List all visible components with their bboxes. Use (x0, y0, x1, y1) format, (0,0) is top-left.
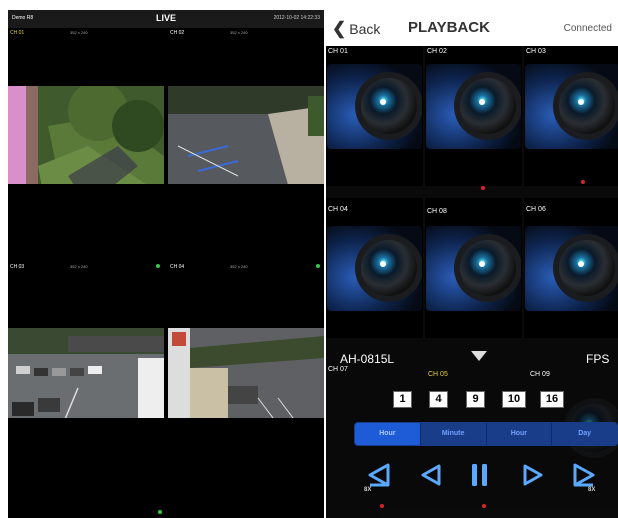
cell-label: CH 01 (10, 30, 25, 36)
cell-resolution: 352 x 240 (230, 264, 248, 269)
live-status-dot (316, 264, 320, 268)
pause-icon[interactable] (469, 462, 491, 488)
playback-channel-tile[interactable]: CH 02 (425, 46, 522, 186)
back-button[interactable]: ❮ Back (332, 19, 380, 39)
camera-placeholder-icon (426, 64, 521, 149)
split-16-button[interactable]: 16 (540, 391, 564, 408)
channel-label: CH 09 (530, 371, 550, 378)
segment-day[interactable]: Day (552, 423, 617, 445)
playback-channel-tile[interactable]: CH 04 (326, 198, 423, 338)
record-indicator (581, 180, 585, 184)
page-title: PLAYBACK (408, 19, 490, 36)
channel-label: CH 08 (427, 208, 447, 215)
live-cell-ch04[interactable]: CH 04 352 x 240 (168, 262, 324, 418)
channel-label: CH 06 (526, 206, 546, 213)
live-view-panel: Demo R8 LIVE 2012-10-02 14:22:33 CH 01 3… (8, 10, 324, 518)
camera-placeholder-icon (525, 226, 618, 311)
segment-minute[interactable]: Minute (421, 423, 487, 445)
playback-header: ❮ Back PLAYBACK Connected (326, 10, 618, 46)
cell-label: CH 03 (10, 264, 25, 270)
fast-forward-icon[interactable] (571, 462, 597, 488)
fps-label: FPS (586, 352, 610, 366)
connection-status: Connected (563, 23, 612, 34)
channel-label: CH 02 (427, 48, 447, 55)
cell-resolution: 352 x 240 (70, 264, 88, 269)
playback-channel-tile[interactable]: CH 08 (425, 198, 522, 338)
camera-placeholder-icon (327, 226, 422, 311)
record-indicator (481, 186, 485, 190)
camera-placeholder-icon (525, 64, 618, 149)
back-label: Back (349, 21, 381, 37)
playback-channel-tile[interactable]: CH 03 (524, 46, 618, 186)
live-header: Demo R8 LIVE 2012-10-02 14:22:33 (8, 10, 324, 28)
live-status-dot (156, 264, 160, 268)
camera-feed-parking-side (168, 86, 324, 184)
camera-placeholder-icon (426, 226, 521, 311)
playback-channel-tile[interactable]: CH 06 (524, 198, 618, 338)
segment-hour-2[interactable]: Hour (487, 423, 553, 445)
live-cell-ch06[interactable] (168, 496, 324, 518)
channel-label: CH 03 (526, 48, 546, 55)
live-timestamp: 2012-10-02 14:22:33 (273, 15, 320, 21)
channel-label: CH 04 (328, 206, 348, 213)
cell-resolution: 352 x 240 (70, 30, 88, 35)
cell-label: CH 04 (170, 264, 185, 270)
live-cell-ch01[interactable]: CH 01 352 x 240 (8, 28, 164, 184)
channel-label: CH 07 (328, 366, 348, 373)
playback-channel-tile[interactable]: CH 01 (326, 46, 423, 186)
segment-hour[interactable]: Hour (355, 423, 421, 445)
camera-feed-parking-entrance (168, 328, 324, 418)
split-4-button[interactable]: 4 (429, 391, 448, 408)
chevron-left-icon: ❮ (332, 19, 347, 38)
playback-panel: ❮ Back PLAYBACK Connected CH 01 CH 02 CH … (326, 10, 618, 518)
rewind-speed-label: 8X (364, 487, 372, 493)
speed-mode-segmented-control: Hour Minute Hour Day (354, 422, 618, 446)
live-status-dot (158, 510, 162, 514)
live-cell-ch02[interactable]: CH 02 352 x 240 (168, 28, 324, 184)
model-name: AH-0815L (340, 352, 395, 366)
fast-rewind-icon[interactable] (366, 462, 392, 488)
camera-feed-parking-lot (8, 328, 164, 418)
live-cell-ch03[interactable]: CH 03 352 x 240 (8, 262, 164, 418)
record-indicator (482, 504, 486, 508)
camera-feed-backyard (8, 86, 164, 184)
live-cell-ch05[interactable] (8, 496, 164, 518)
split-9-button[interactable]: 9 (466, 391, 485, 408)
step-forward-icon[interactable] (521, 462, 545, 488)
split-1-button[interactable]: 1 (393, 391, 412, 408)
cell-label: CH 02 (170, 30, 185, 36)
step-back-icon[interactable] (419, 462, 443, 488)
record-indicator (380, 504, 384, 508)
channel-label-selected: CH 05 (428, 371, 448, 378)
forward-speed-label: 8X (588, 487, 596, 493)
split-10-button[interactable]: 10 (502, 391, 526, 408)
camera-placeholder-icon (327, 64, 422, 149)
dropdown-triangle-icon[interactable] (471, 351, 487, 361)
channel-label: CH 01 (328, 48, 348, 55)
cell-resolution: 352 x 240 (230, 30, 248, 35)
